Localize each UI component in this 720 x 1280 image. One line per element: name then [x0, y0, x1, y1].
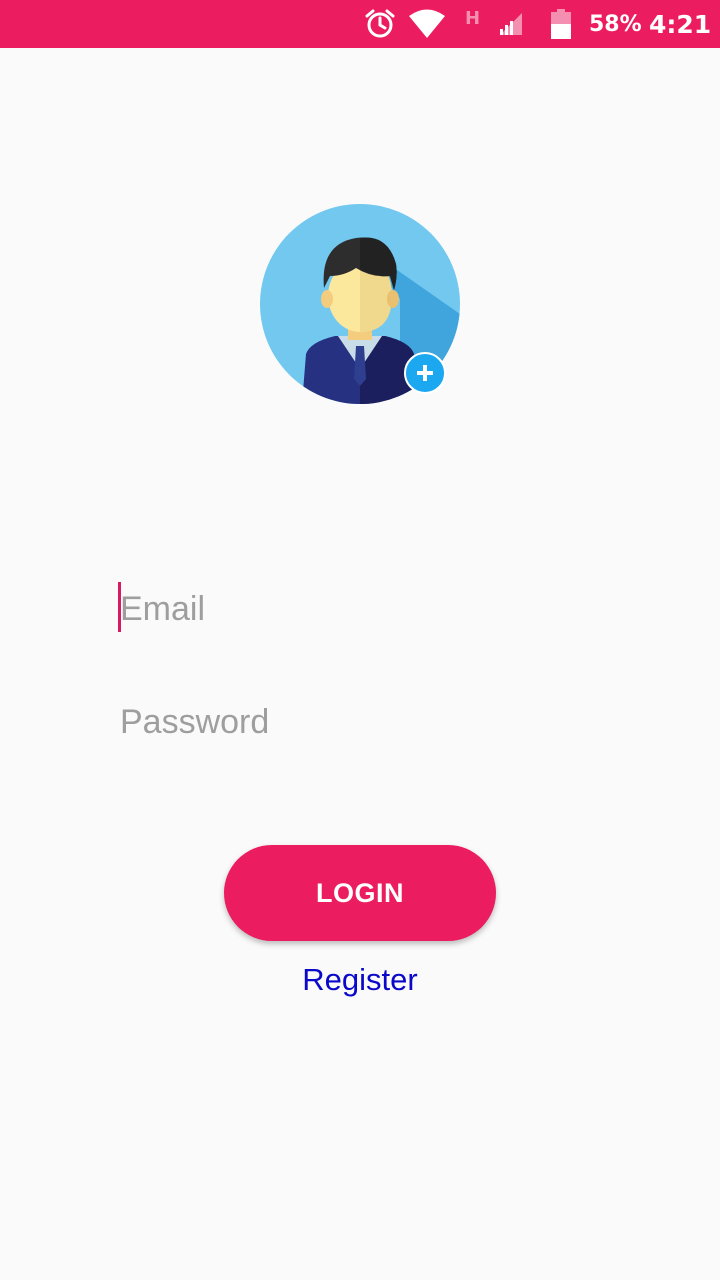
clock-time: 4:21: [649, 9, 712, 39]
add-photo-button[interactable]: [404, 352, 446, 394]
alarm-icon: [364, 0, 396, 48]
network-type-label: H: [465, 7, 481, 29]
text-cursor: [118, 582, 121, 632]
signal-icon: [498, 0, 524, 48]
login-button[interactable]: LOGIN: [224, 845, 496, 941]
email-field[interactable]: [118, 581, 602, 637]
battery-percent: 58%: [589, 11, 642, 37]
plus-icon: [417, 365, 433, 381]
wifi-icon: [408, 0, 446, 48]
password-field[interactable]: [118, 694, 602, 750]
register-link[interactable]: Register: [0, 962, 720, 998]
login-screen: H 58% 4:21 Email LOGIN Register: [0, 0, 720, 1280]
battery-icon: [551, 0, 571, 48]
status-bar: H 58% 4:21: [0, 0, 720, 48]
